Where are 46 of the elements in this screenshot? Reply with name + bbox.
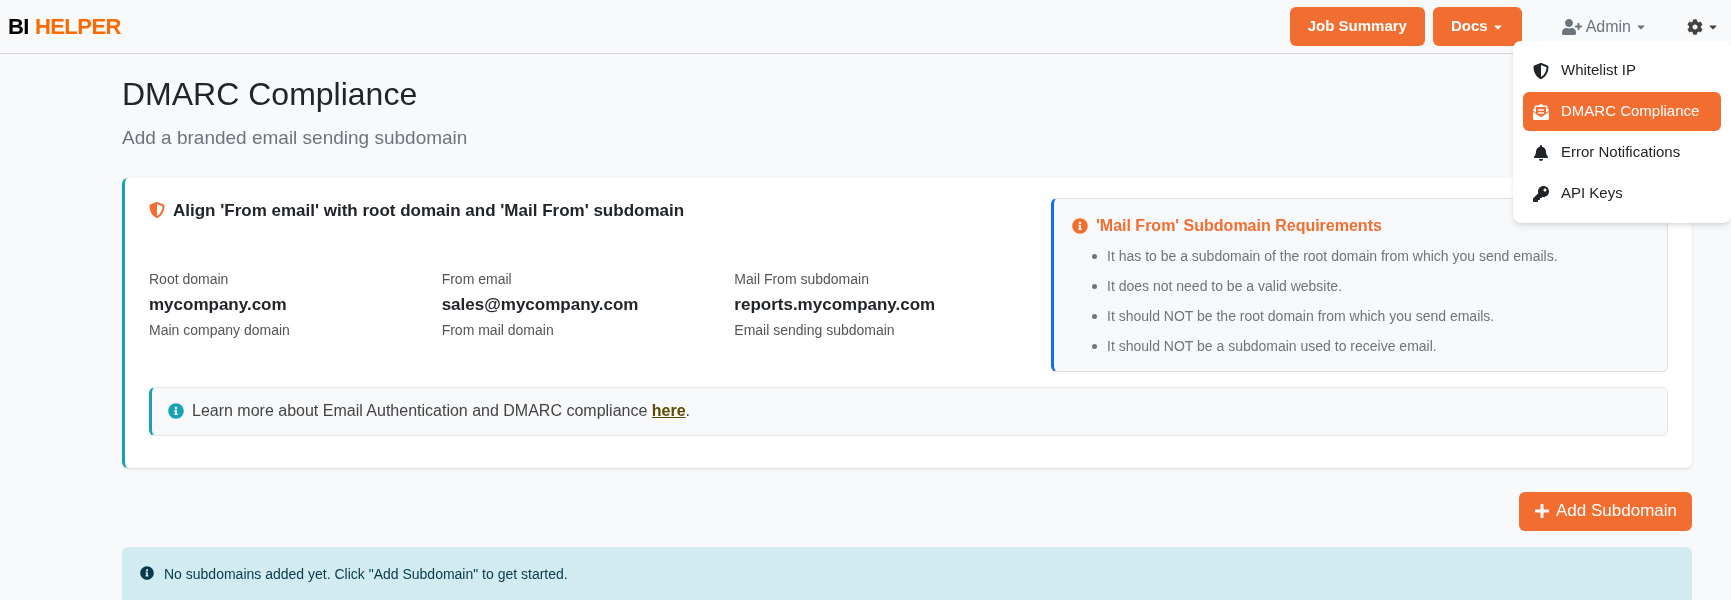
field-hint: Main company domain	[149, 320, 291, 340]
card-title: Align 'From email' with root domain and 'Mail From' subdomain	[173, 199, 685, 222]
key-icon	[1533, 185, 1549, 202]
bullet-icon	[1092, 253, 1097, 259]
docs-dropdown-button[interactable]: Docs	[1432, 7, 1522, 46]
logo-text: HELPER	[34, 13, 121, 41]
bullet-icon	[1092, 343, 1097, 349]
field-value: mycompany.com	[149, 294, 288, 316]
settings-menu-button[interactable]	[1687, 18, 1719, 35]
menu-item[interactable]: Error Notifications	[1523, 133, 1721, 172]
add-subdomain-button[interactable]: Add Subdomain	[1519, 491, 1692, 531]
shield-icon	[1533, 62, 1549, 79]
requirement-text: It does not need to be a valid website.	[1107, 276, 1343, 296]
field-hint: Email sending subdomain	[734, 320, 896, 340]
nav-button[interactable]: Job Summary	[1289, 7, 1425, 46]
menu-item[interactable]: Whitelist IP	[1523, 51, 1721, 90]
page-title: DMARC Compliance	[122, 75, 418, 114]
bell-icon	[1533, 144, 1549, 161]
field-value: sales@mycompany.com	[441, 294, 640, 316]
requirement-text: It has to be a subdomain of the root domain from which you send emails.	[1107, 246, 1558, 266]
logo-text: BI	[8, 13, 29, 41]
settings-icon	[1687, 18, 1703, 35]
field-value: reports.mycompany.com	[734, 294, 937, 316]
plus-icon	[1534, 503, 1550, 519]
requirement-text: It should NOT be a subdomain used to receive email.	[1107, 336, 1437, 356]
envelope-icon	[1533, 103, 1549, 120]
info-icon	[140, 565, 154, 580]
field-label: Root domain	[149, 270, 230, 289]
menu-item[interactable]: DMARC Compliance	[1523, 92, 1721, 131]
shield-icon	[149, 202, 165, 219]
bullet-icon	[1092, 283, 1097, 289]
requirement-text: It should NOT be the root domain from which you send emails.	[1107, 306, 1495, 326]
user-menu-button[interactable]: Admin	[1561, 14, 1647, 39]
field-label: From email	[441, 270, 513, 289]
menu-item[interactable]: API Keys	[1523, 174, 1721, 213]
info-icon	[1072, 217, 1088, 234]
info-icon	[168, 403, 184, 419]
here-link[interactable]: here	[651, 402, 686, 419]
field-label: Mail From subdomain	[734, 270, 870, 289]
requirements-title: 'Mail From' Subdomain Requirements	[1096, 215, 1382, 236]
bullet-icon	[1092, 313, 1097, 319]
user-plus-icon	[1561, 18, 1582, 35]
learn-more-text: Learn more about Email Authentication and DMARC compliance here.	[192, 401, 691, 421]
empty-alert-text: No subdomains added yet. Click "Add Subdomain" to get started.	[164, 564, 568, 584]
field-hint: From mail domain	[441, 320, 555, 340]
page-subtitle: Add a branded email sending subdomain	[122, 126, 468, 150]
